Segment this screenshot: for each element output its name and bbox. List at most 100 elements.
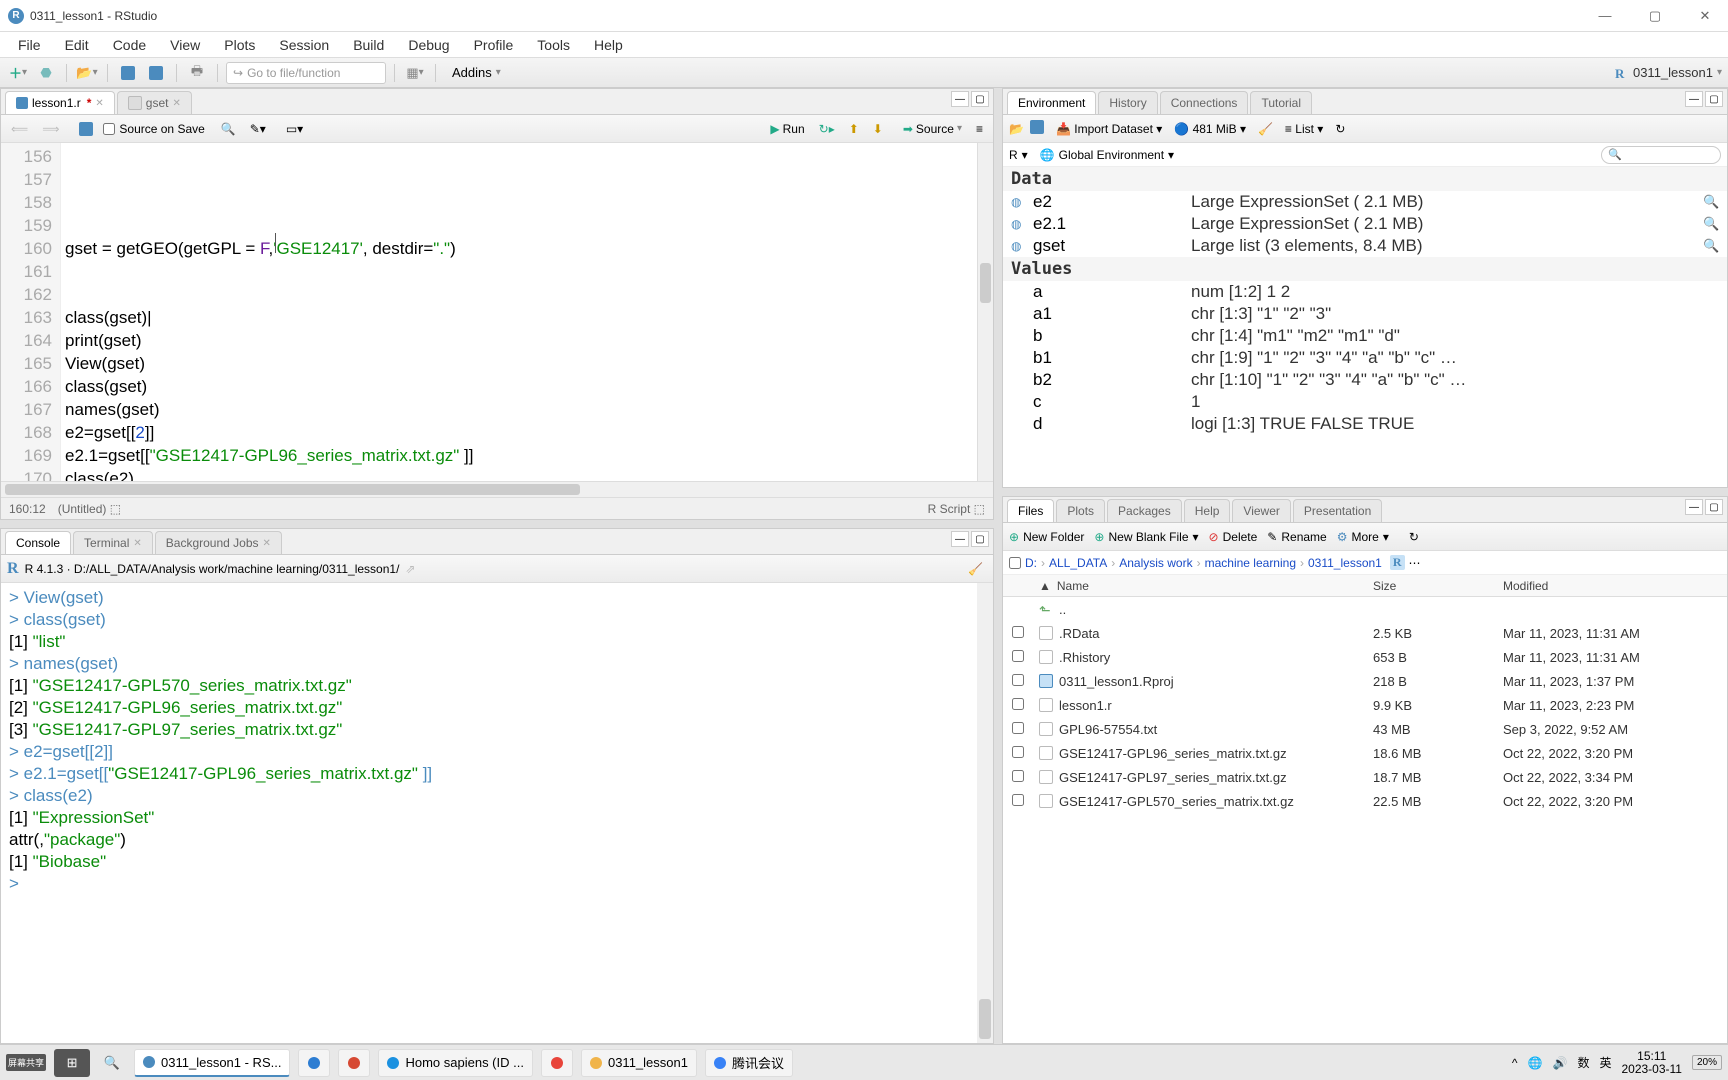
tab-background-jobs[interactable]: Background Jobs✕ [155, 531, 282, 554]
code-line[interactable]: class(gset) [65, 375, 973, 398]
addins-button[interactable]: Addins▾ [444, 63, 509, 82]
crumb-d[interactable]: D: [1025, 556, 1037, 570]
menu-session[interactable]: Session [269, 35, 339, 55]
editor-horizontal-scrollbar[interactable] [1, 481, 993, 497]
source-on-save-checkbox[interactable]: Source on Save [103, 122, 204, 136]
taskbar-item-tencent[interactable]: 腾讯会议 [705, 1049, 793, 1077]
console-output[interactable]: > View(gset)> class(gset)[1] "list"> nam… [1, 583, 993, 1043]
tab-connections[interactable]: Connections [1160, 91, 1249, 114]
crumb-lesson[interactable]: 0311_lesson1 [1308, 556, 1382, 570]
file-row[interactable]: GSE12417-GPL570_series_matrix.txt.gz22.5… [1003, 789, 1727, 813]
env-variable-row[interactable]: c1 [1003, 391, 1727, 413]
save-all-button[interactable] [144, 62, 168, 84]
file-row[interactable]: GSE12417-GPL97_series_matrix.txt.gz18.7 … [1003, 765, 1727, 789]
clear-env-button[interactable]: 🧹 [1258, 122, 1273, 136]
env-variable-row[interactable]: ◍gsetLarge list (3 elements, 8.4 MB)🔍 [1003, 235, 1727, 257]
file-checkbox[interactable] [1012, 770, 1024, 782]
window-close-button[interactable]: ✕ [1690, 6, 1720, 26]
save-source-button[interactable] [75, 120, 97, 138]
env-variable-row[interactable]: b1chr [1:9] "1" "2" "3" "4" "a" "b" "c" … [1003, 347, 1727, 369]
main-vertical-splitter[interactable] [994, 88, 1002, 1044]
column-name[interactable]: ▲ Name [1033, 579, 1367, 593]
import-dataset-button[interactable]: 📥 Import Dataset ▾ [1056, 122, 1162, 136]
file-row[interactable]: .RData2.5 KBMar 11, 2023, 11:31 AM [1003, 621, 1727, 645]
file-row[interactable]: 0311_lesson1.Rproj218 BMar 11, 2023, 1:3… [1003, 669, 1727, 693]
file-checkbox[interactable] [1012, 722, 1024, 734]
source-button[interactable]: ➡Source▾ [899, 120, 966, 138]
tab-plots[interactable]: Plots [1056, 499, 1105, 522]
env-variable-row[interactable]: ◍e2.1Large ExpressionSet ( 2.1 MB)🔍 [1003, 213, 1727, 235]
code-line[interactable]: gset = getGEO(getGPL = F,'GSE12417', des… [65, 237, 973, 260]
goto-file-input[interactable]: ↪ Go to file/function [226, 62, 386, 84]
expand-icon[interactable]: ◍ [1011, 239, 1025, 253]
taskbar-item-vscode[interactable] [298, 1049, 330, 1077]
tab-viewer[interactable]: Viewer [1232, 499, 1290, 522]
code-line[interactable] [65, 283, 973, 306]
tab-console[interactable]: Console [5, 531, 71, 554]
code-line[interactable]: class(e2) [65, 467, 973, 481]
grid-view-button[interactable]: ▦▾ [403, 62, 427, 84]
tray-chevron-icon[interactable]: ^ [1512, 1056, 1518, 1070]
inspect-icon[interactable]: 🔍 [1703, 194, 1719, 210]
expand-icon[interactable]: ◍ [1011, 195, 1025, 209]
find-button[interactable]: 🔍 [217, 120, 240, 138]
file-checkbox[interactable] [1012, 794, 1024, 806]
taskbar-item-chrome[interactable] [541, 1049, 573, 1077]
env-variable-row[interactable]: anum [1:2] 1 2 [1003, 281, 1727, 303]
delete-file-button[interactable]: ⊘Delete [1209, 530, 1258, 544]
crumb-ml[interactable]: machine learning [1205, 556, 1296, 570]
menu-plots[interactable]: Plots [214, 35, 265, 55]
tab-presentation[interactable]: Presentation [1293, 499, 1382, 522]
crumb-all-data[interactable]: ALL_DATA [1049, 556, 1107, 570]
column-size[interactable]: Size [1367, 579, 1497, 593]
right-horizontal-splitter[interactable] [1002, 488, 1728, 496]
tab-environment[interactable]: Environment [1007, 91, 1096, 114]
console-popout-icon[interactable]: ⇗ [405, 562, 415, 576]
tray-volume-icon[interactable]: 🔊 [1553, 1056, 1568, 1070]
clear-console-button[interactable]: 🧹 [964, 560, 987, 578]
menu-file[interactable]: File [8, 35, 51, 55]
inspect-icon[interactable]: 🔍 [1703, 238, 1719, 254]
document-label[interactable]: (Untitled) ⬚ [58, 502, 121, 516]
code-line[interactable]: View(gset) [65, 352, 973, 375]
load-workspace-button[interactable]: 📂 [1009, 122, 1024, 136]
refresh-env-button[interactable]: ↻ [1335, 122, 1345, 136]
path-more-button[interactable]: ⋯ [1409, 556, 1421, 570]
source-tab-gset[interactable]: gset ✕ [117, 91, 192, 114]
code-line[interactable]: e2=gset[[2]] [65, 421, 973, 444]
go-up-button[interactable]: ⬆ [845, 120, 863, 138]
pane-maximize-button[interactable]: ▢ [971, 531, 989, 547]
code-line[interactable]: print(gset) [65, 329, 973, 352]
pane-maximize-button[interactable]: ▢ [1705, 91, 1723, 107]
menu-build[interactable]: Build [343, 35, 394, 55]
menu-code[interactable]: Code [103, 35, 156, 55]
taskbar-item-rstudio[interactable]: 0311_lesson1 - RS... [134, 1049, 290, 1077]
tray-network-icon[interactable]: 🌐 [1528, 1056, 1543, 1070]
ime-indicator-1[interactable]: 数 [1577, 1054, 1589, 1071]
pane-maximize-button[interactable]: ▢ [1705, 499, 1723, 515]
language-selector[interactable]: R ▾ [1009, 148, 1028, 162]
refresh-files-button[interactable]: ↻ [1409, 530, 1419, 544]
taskbar-item-folder[interactable]: 0311_lesson1 [581, 1049, 697, 1077]
env-variable-row[interactable]: ◍e2Large ExpressionSet ( 2.1 MB)🔍 [1003, 191, 1727, 213]
run-button[interactable]: ▶Run [766, 120, 808, 138]
select-all-checkbox[interactable] [1009, 557, 1021, 569]
file-row[interactable]: ⬑.. [1003, 597, 1727, 621]
taskbar-clock[interactable]: 15:11 2023-03-11 [1621, 1050, 1682, 1076]
env-variable-row[interactable]: b2chr [1:10] "1" "2" "3" "4" "a" "b" "c"… [1003, 369, 1727, 391]
env-variable-row[interactable]: bchr [1:4] "m1" "m2" "m1" "d" [1003, 325, 1727, 347]
inspect-icon[interactable]: 🔍 [1703, 216, 1719, 232]
file-checkbox[interactable] [1012, 650, 1024, 662]
open-file-button[interactable]: 📂▾ [75, 62, 99, 84]
tab-files[interactable]: Files [1007, 499, 1054, 522]
env-variable-row[interactable]: a1chr [1:3] "1" "2" "3" [1003, 303, 1727, 325]
new-folder-button[interactable]: ⊕New Folder [1009, 530, 1084, 544]
language-mode[interactable]: R Script ⬚ [928, 502, 985, 516]
left-horizontal-splitter[interactable] [0, 520, 994, 528]
new-blank-file-button[interactable]: ⊕New Blank File ▾ [1094, 530, 1198, 544]
pane-minimize-button[interactable]: — [951, 91, 969, 107]
new-project-button[interactable]: ⬣ [34, 62, 58, 84]
file-checkbox[interactable] [1012, 626, 1024, 638]
tab-packages[interactable]: Packages [1107, 499, 1182, 522]
taskbar-search-button[interactable]: 🔍 [98, 1049, 126, 1077]
